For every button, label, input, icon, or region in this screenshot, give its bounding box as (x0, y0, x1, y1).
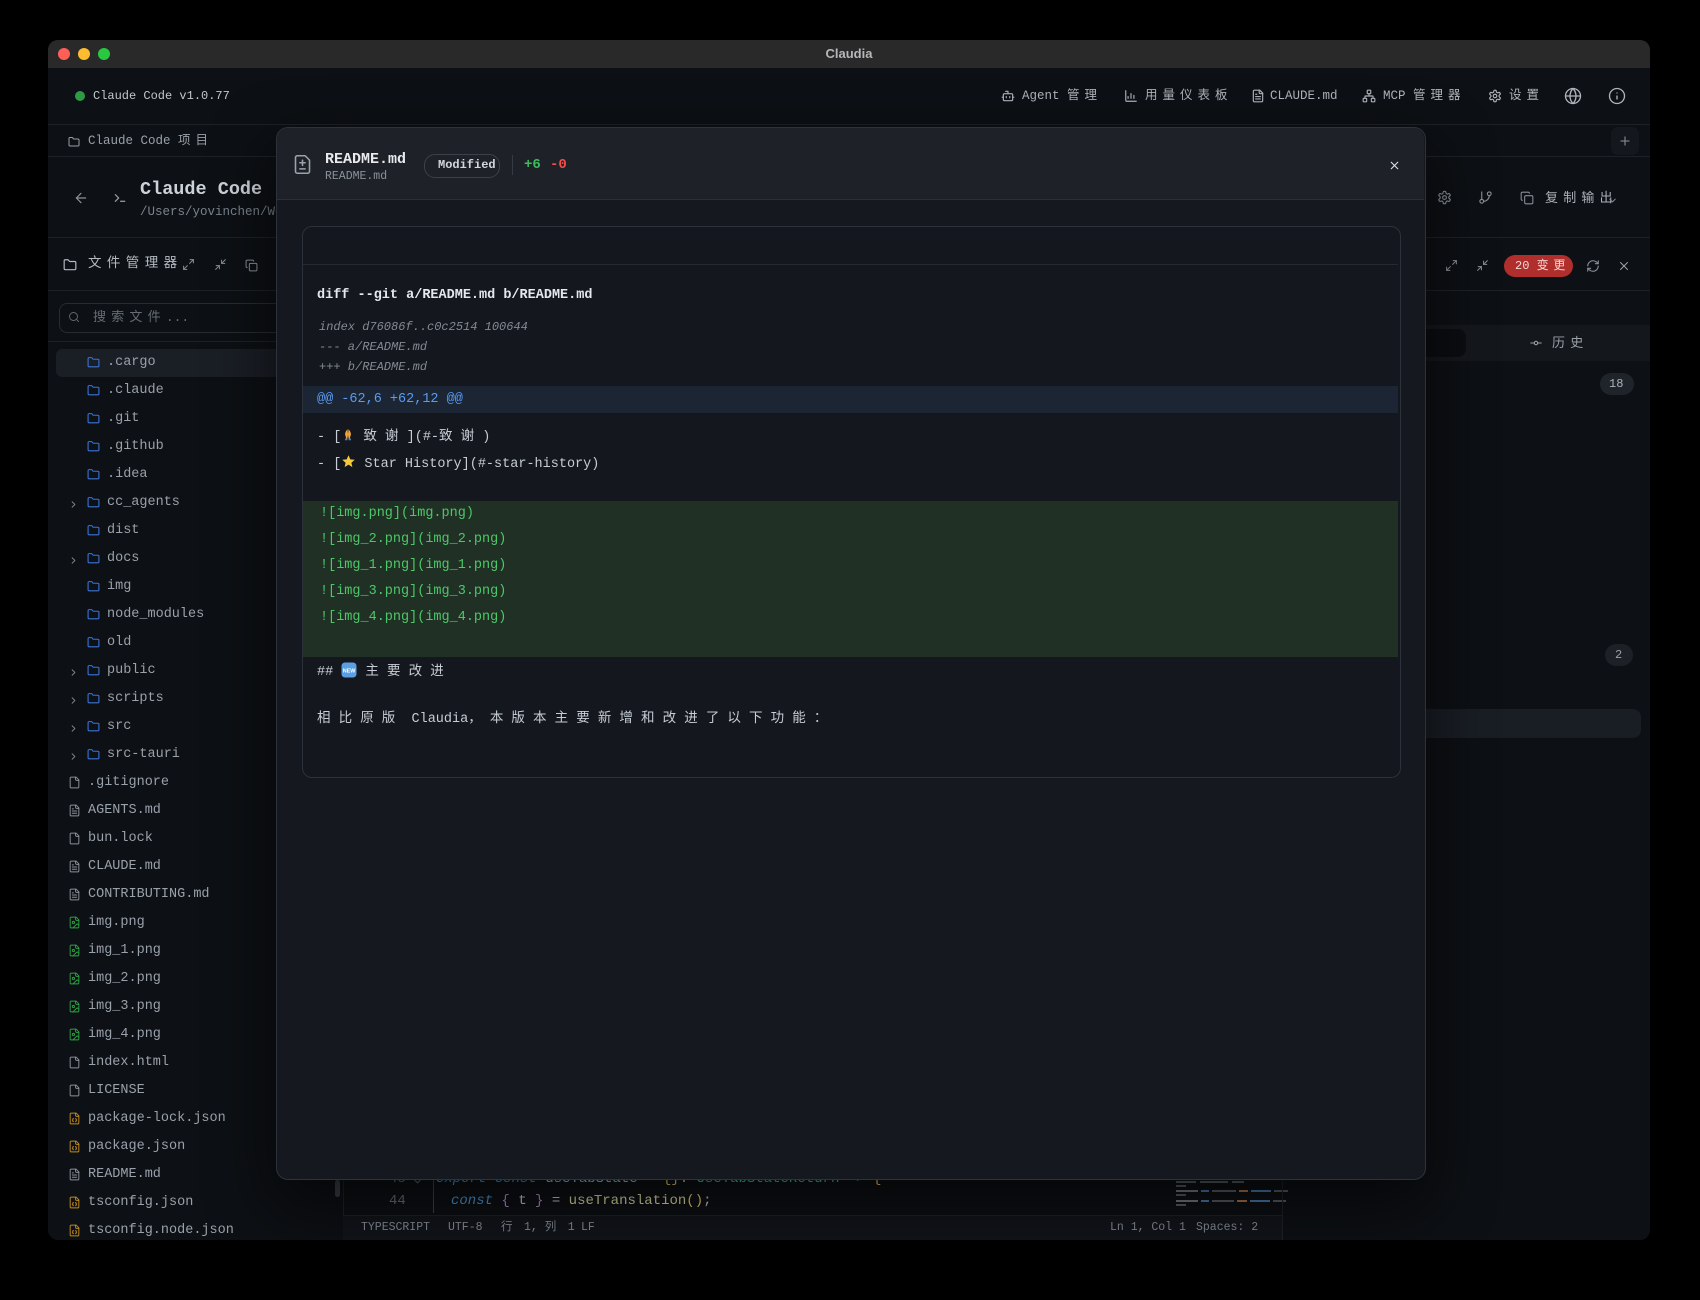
svg-text:NEW: NEW (343, 669, 356, 675)
